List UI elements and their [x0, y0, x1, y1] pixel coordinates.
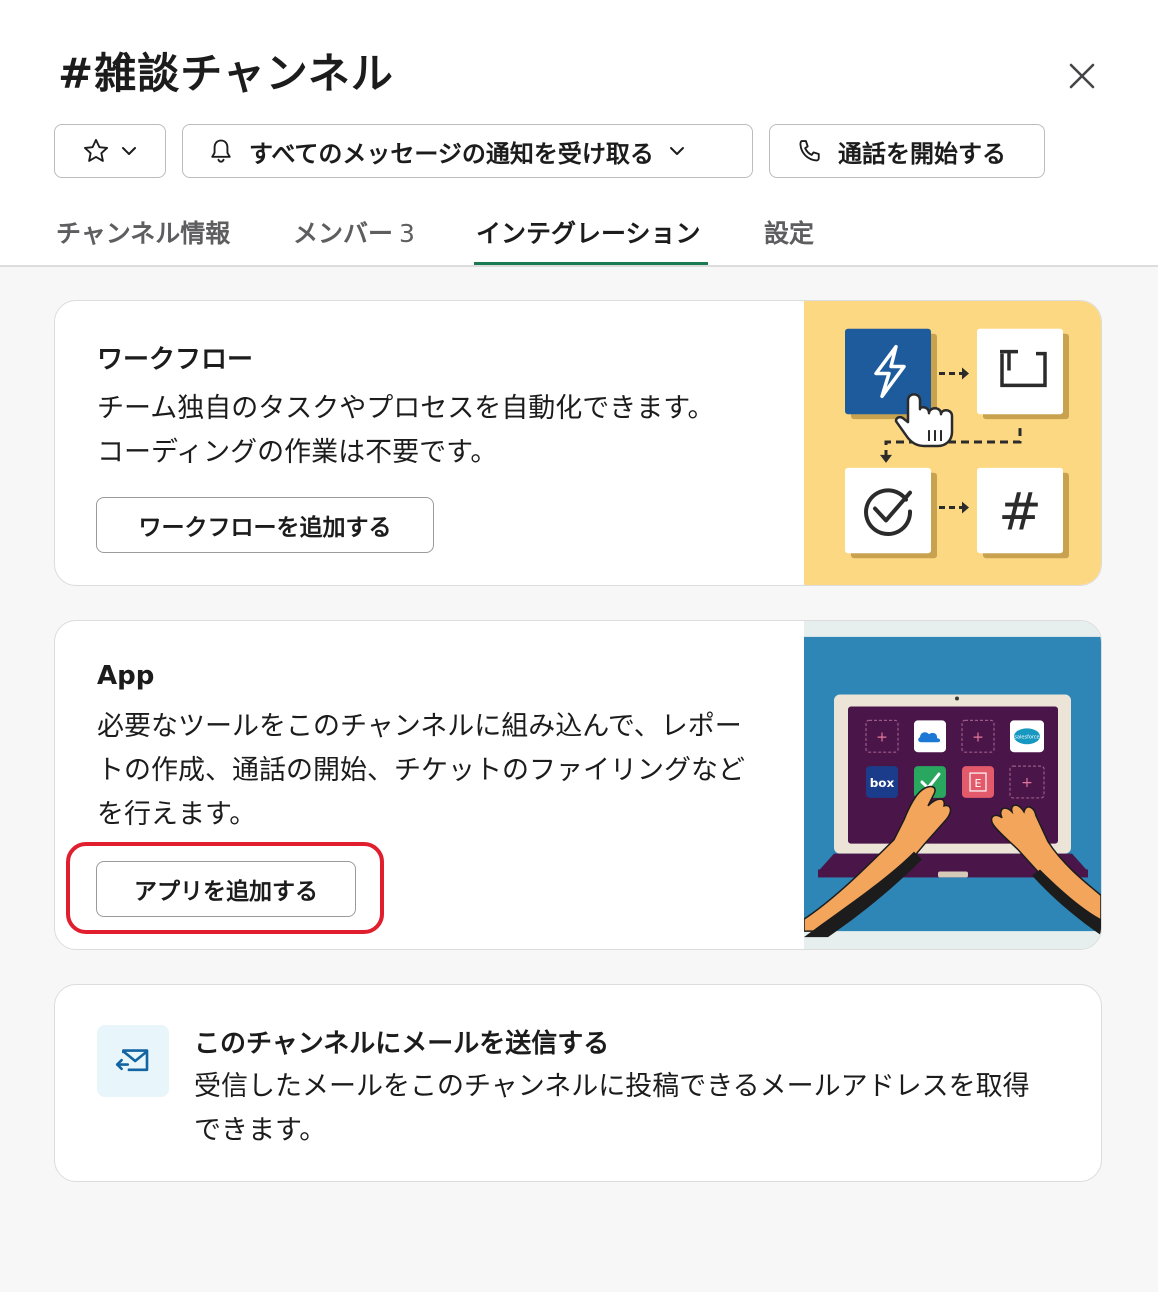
workflow-card: ワークフロー チーム独自のタスクやプロセスを自動化できます。コーディングの作業は… — [54, 300, 1102, 586]
tile-plus-1: + — [876, 729, 888, 745]
app-title: App — [97, 661, 155, 691]
app-description: 必要なツールをこのチャンネルに組み込んで、レポートの作成、通話の開始、チケットの… — [97, 711, 745, 830]
notification-label: すべてのメッセージの通知を受け取る — [249, 139, 654, 168]
app-card: App 必要なツールをこのチャンネルに組み込んで、レポートの作成、通話の開始、チ… — [54, 620, 1102, 950]
member-count: 3 — [399, 219, 415, 248]
workflow-illustration: # — [804, 301, 1101, 585]
app-illustration: + + salesforce box E + — [804, 621, 1101, 949]
email-title: このチャンネルにメールを送信する — [194, 1029, 610, 1059]
tile-salesforce: salesforce — [1014, 734, 1039, 740]
tab-channel-info[interactable]: チャンネル情報 — [56, 214, 230, 250]
phone-icon — [799, 140, 820, 162]
tab-label: インテグレーション — [476, 219, 701, 248]
star-dropdown-button[interactable] — [54, 124, 166, 178]
tab-label: チャンネル情報 — [56, 219, 231, 248]
tile-plus-3: + — [1021, 775, 1033, 791]
email-card[interactable]: このチャンネルにメールを送信する 受信したメールをこのチャンネルに投稿できるメー… — [54, 984, 1102, 1182]
hash-tile-label: # — [998, 483, 1042, 543]
workflow-title: ワークフロー — [97, 345, 254, 375]
channel-title: #雑談チャンネル — [58, 49, 394, 98]
star-icon — [83, 138, 109, 162]
start-call-button[interactable]: 通話を開始する — [769, 124, 1045, 178]
tab-settings[interactable]: 設定 — [764, 214, 814, 250]
tab-label: 設定 — [764, 219, 815, 248]
tab-bar: チャンネル情報 メンバー 3 インテグレーション 設定 — [0, 200, 1158, 266]
email-icon-box — [97, 1025, 169, 1097]
email-description: 受信したメールをこのチャンネルに投稿できるメールアドレスを取得できます。 — [194, 1071, 1030, 1146]
tile-plus-2: + — [972, 729, 984, 745]
modal-header: #雑談チャンネル すべてのメッセージの通知を受け取る 通話を開始する チャンネル — [0, 0, 1158, 267]
add-workflow-button[interactable]: ワークフローを追加する — [96, 497, 434, 553]
chevron-down-icon — [669, 147, 684, 155]
bell-icon — [211, 139, 231, 163]
email-forward-icon — [115, 1049, 149, 1072]
add-app-button[interactable]: アプリを追加する — [96, 861, 356, 917]
close-button[interactable] — [1060, 54, 1104, 98]
start-call-label: 通話を開始する — [838, 139, 1006, 168]
chevron-down-icon — [122, 147, 136, 155]
tab-integrations[interactable]: インテグレーション — [476, 214, 701, 250]
tile-box: box — [870, 776, 895, 790]
tab-label: メンバー — [293, 219, 394, 248]
tab-members[interactable]: メンバー 3 — [293, 214, 415, 250]
tile-e: E — [975, 777, 982, 790]
notification-dropdown-button[interactable]: すべてのメッセージの通知を受け取る — [182, 124, 753, 178]
close-icon — [1069, 63, 1095, 89]
workflow-description: チーム独自のタスクやプロセスを自動化できます。コーディングの作業は不要です。 — [97, 393, 715, 468]
